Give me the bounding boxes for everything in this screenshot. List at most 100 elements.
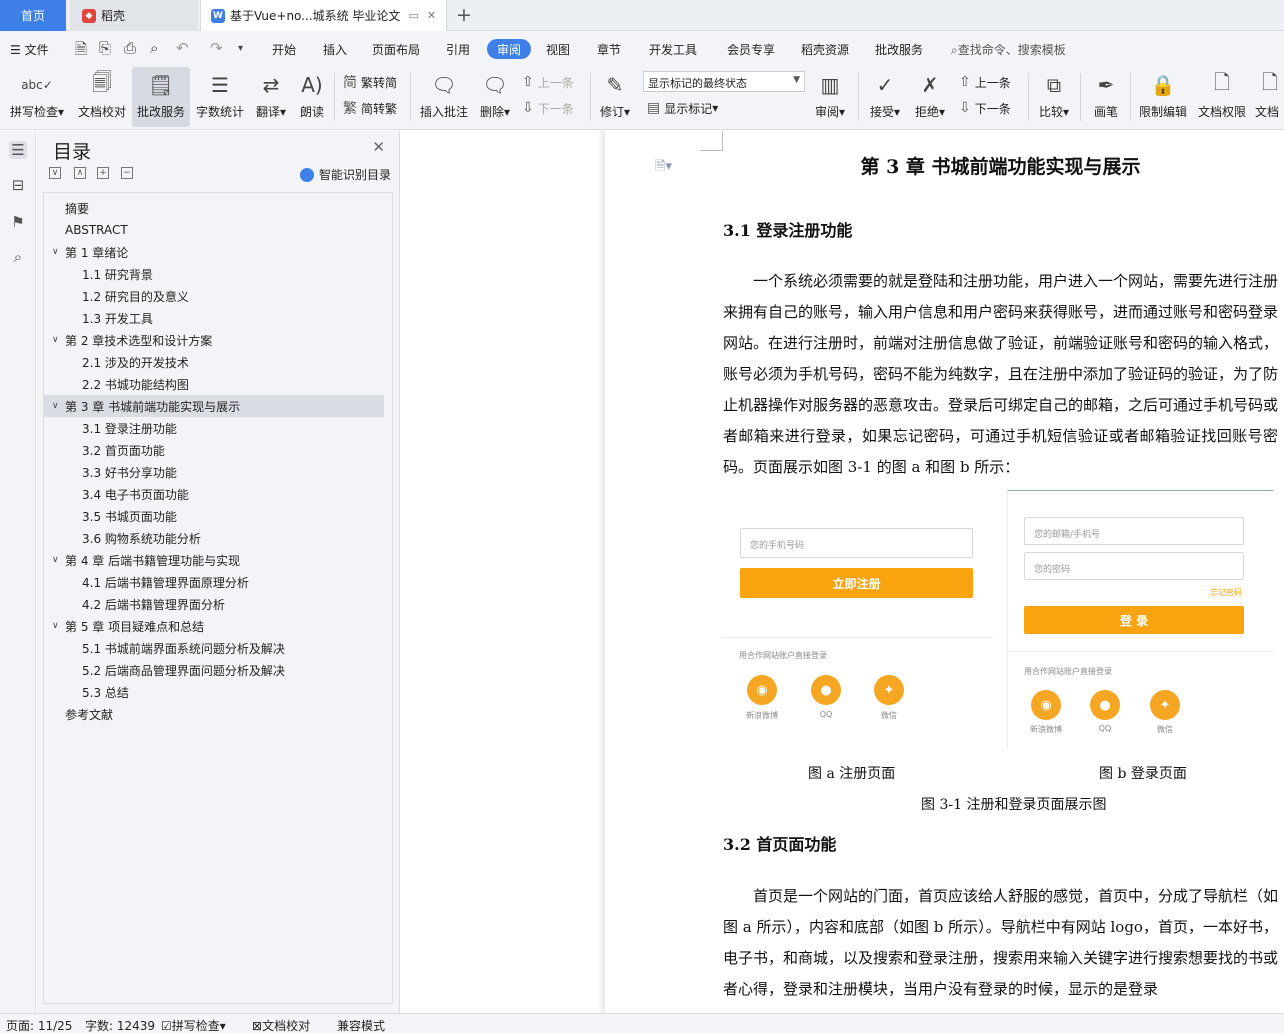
chevron-down-icon[interactable]: ∨ bbox=[52, 247, 59, 257]
menu-insert[interactable]: 插入 bbox=[323, 41, 347, 58]
toc-item[interactable]: ∨ 第 1 章绪论 bbox=[44, 241, 384, 263]
spellcheck-button[interactable]: abc✓ 拼写检查▾ bbox=[6, 67, 68, 127]
toc-item[interactable]: 3.3 好书分享功能 bbox=[44, 461, 384, 483]
tab-document[interactable]: W 基于Vue+no...城系统 毕业论文 ▭ ✕ bbox=[200, 0, 447, 31]
chevron-down-icon[interactable]: ∨ bbox=[52, 621, 59, 631]
doc-more-button[interactable]: 🗋 文档 bbox=[1255, 67, 1284, 127]
toc-item[interactable]: 2.2 书城功能结构图 bbox=[44, 373, 384, 395]
collapse-all-icon[interactable]: ∨ bbox=[49, 167, 61, 179]
insert-comment-button[interactable]: 🗨 插入批注 bbox=[418, 67, 470, 127]
toc-item[interactable]: 1.3 开发工具 bbox=[44, 307, 384, 329]
toc-item[interactable]: 3.2 首页面功能 bbox=[44, 439, 384, 461]
simp-to-trad-button[interactable]: 繁简转繁 bbox=[343, 97, 397, 119]
menu-correct-service[interactable]: 批改服务 bbox=[875, 41, 923, 58]
toc-item[interactable]: 4.2 后端书籍管理界面分析 bbox=[44, 593, 384, 615]
tab-home[interactable]: 首页 bbox=[0, 0, 66, 31]
chevron-down-icon[interactable]: ∨ bbox=[52, 335, 59, 345]
review-pane-button[interactable]: ▥ 审阅▾ bbox=[810, 67, 850, 127]
page-options-icon[interactable]: 🗎▾ bbox=[655, 157, 672, 179]
toc-item[interactable]: 5.1 书城前端界面系统问题分析及解决 bbox=[44, 637, 384, 659]
print-preview-icon[interactable]: ⌕ bbox=[150, 39, 158, 57]
smart-toc-button[interactable]: 智能识别目录 bbox=[299, 166, 391, 183]
spellcheck-status[interactable]: ☑拼写检查▾ bbox=[161, 1017, 226, 1034]
quick-access-more-icon[interactable]: ▾ bbox=[238, 43, 243, 54]
menu-layout[interactable]: 页面布局 bbox=[372, 41, 420, 58]
divider bbox=[1008, 651, 1274, 652]
toc-item[interactable]: 1.1 研究背景 bbox=[44, 263, 384, 285]
toc-item[interactable]: 3.5 书城页面功能 bbox=[44, 505, 384, 527]
page-indicator[interactable]: 页面: 11/25 bbox=[6, 1017, 72, 1034]
show-markup-button[interactable]: ▤ 显示标记 ▾ bbox=[647, 97, 718, 119]
save-icon[interactable]: 🗎 bbox=[75, 39, 87, 64]
menu-reference[interactable]: 引用 bbox=[446, 41, 470, 58]
toc-panel-icon[interactable]: ☰ bbox=[9, 141, 27, 159]
toc-item[interactable]: ∨ 第 5 章 项目疑难点和总结 bbox=[44, 615, 384, 637]
menu-daoke-resources[interactable]: 稻壳资源 bbox=[801, 41, 849, 58]
doc-permission-button[interactable]: 🗋 文档权限 bbox=[1196, 67, 1248, 127]
chevron-down-icon[interactable]: ∨ bbox=[52, 555, 59, 565]
remove-heading-icon[interactable]: − bbox=[121, 167, 133, 179]
toc-item[interactable]: 2.1 涉及的开发技术 bbox=[44, 351, 384, 373]
menu-member[interactable]: 会员专享 bbox=[727, 41, 775, 58]
toc-item-label: 4.1 后端书籍管理界面原理分析 bbox=[82, 575, 249, 590]
read-aloud-button[interactable]: A) 朗读 bbox=[295, 67, 329, 127]
toc-item[interactable]: 参考文献 bbox=[44, 703, 384, 725]
toc-item[interactable]: ∨ 第 2 章技术选型和设计方案 bbox=[44, 329, 384, 351]
add-heading-icon[interactable]: + bbox=[97, 167, 109, 179]
reject-button[interactable]: ✗ 拒绝▾ bbox=[910, 67, 950, 127]
redo-icon[interactable]: ↷ bbox=[210, 39, 223, 57]
track-changes-button[interactable]: ✎ 修订▾ bbox=[596, 67, 634, 127]
next-comment-button[interactable]: ⇩ 下一条 bbox=[522, 97, 574, 119]
chapter-nav-icon[interactable]: ⊟ bbox=[9, 176, 27, 194]
toc-item[interactable]: 1.2 研究目的及意义 bbox=[44, 285, 384, 307]
toc-item[interactable]: ABSTRACT bbox=[44, 219, 384, 241]
chevron-down-icon[interactable]: ∨ bbox=[52, 401, 59, 411]
menu-file[interactable]: ☰ 文件 bbox=[10, 41, 49, 58]
search-icon[interactable]: ⌕ bbox=[9, 248, 27, 266]
delete-comment-button[interactable]: 🗨 删除▾ bbox=[476, 67, 514, 127]
markup-state-select[interactable]: 显示标记的最终状态 ▼ bbox=[643, 71, 805, 92]
menu-chapter[interactable]: 章节 bbox=[597, 41, 621, 58]
window-icon[interactable]: ▭ bbox=[408, 9, 418, 22]
toc-item[interactable]: 5.2 后端商品管理界面问题分析及解决 bbox=[44, 659, 384, 681]
toc-item[interactable]: 3.4 电子书页面功能 bbox=[44, 483, 384, 505]
accept-button[interactable]: ✓ 接受▾ bbox=[865, 67, 905, 127]
print-icon[interactable]: ⎙ bbox=[124, 39, 136, 57]
menu-review[interactable]: 审阅 bbox=[487, 39, 531, 59]
restrict-editing-button[interactable]: 🔒 限制编辑 bbox=[1137, 67, 1189, 127]
toc-item[interactable]: 3.1 登录注册功能 bbox=[44, 417, 384, 439]
toc-item[interactable]: 摘要 bbox=[44, 197, 384, 219]
proofread-status[interactable]: ⊠文档校对 bbox=[252, 1017, 310, 1034]
tab-document-label: 基于Vue+no...城系统 毕业论文 bbox=[230, 9, 401, 23]
bookmark-icon[interactable]: ⚑ bbox=[9, 213, 27, 231]
toc-item[interactable]: ∨ 第 3 章 书城前端功能实现与展示 bbox=[44, 395, 384, 417]
tab-daoke[interactable]: ◆ 稻壳 bbox=[70, 0, 198, 31]
prev-comment-button[interactable]: ⇧ 上一条 bbox=[522, 71, 574, 93]
prev-change-button[interactable]: ⇧ 上一条 bbox=[959, 71, 1011, 93]
close-tab-icon[interactable]: ✕ bbox=[427, 9, 436, 22]
close-icon[interactable]: ✕ bbox=[372, 138, 385, 156]
word-count-button[interactable]: ☰ 字数统计 bbox=[193, 67, 247, 127]
toc-item[interactable]: 4.1 后端书籍管理界面原理分析 bbox=[44, 571, 384, 593]
expand-all-icon[interactable]: ∧ bbox=[74, 167, 86, 179]
translate-button[interactable]: ⇄ 翻译▾ bbox=[252, 67, 290, 127]
toc-item[interactable]: 3.6 购物系统功能分析 bbox=[44, 527, 384, 549]
toc-item[interactable]: ∨ 第 4 章 后端书籍管理功能与实现 bbox=[44, 549, 384, 571]
new-tab-button[interactable]: + bbox=[456, 4, 472, 26]
menu-start[interactable]: 开始 bbox=[272, 41, 296, 58]
correct-service-button[interactable]: 🗒 批改服务 bbox=[132, 67, 190, 127]
export-pdf-icon[interactable]: ⎘ bbox=[99, 39, 111, 57]
doc-proofread-button[interactable]: 🗐 文档校对 bbox=[74, 67, 130, 127]
trad-to-simp-label: 繁转简 bbox=[361, 75, 398, 90]
compare-button[interactable]: ⧉ 比较▾ bbox=[1034, 67, 1074, 127]
word-count-indicator[interactable]: 字数: 12439 bbox=[85, 1017, 155, 1034]
next-change-button[interactable]: ⇩ 下一条 bbox=[959, 97, 1011, 119]
menu-view[interactable]: 视图 bbox=[546, 41, 570, 58]
trad-to-simp-button[interactable]: 简繁转简 bbox=[343, 71, 397, 93]
command-search[interactable]: ⌕查找命令、搜索模板 bbox=[951, 41, 1066, 58]
menu-developer[interactable]: 开发工具 bbox=[649, 41, 697, 58]
undo-icon[interactable]: ↶ bbox=[176, 39, 189, 57]
toc-item[interactable]: 5.3 总结 bbox=[44, 681, 384, 703]
reject-label: 拒绝 bbox=[914, 105, 939, 119]
pen-button[interactable]: ✒ 画笔 bbox=[1088, 67, 1124, 127]
